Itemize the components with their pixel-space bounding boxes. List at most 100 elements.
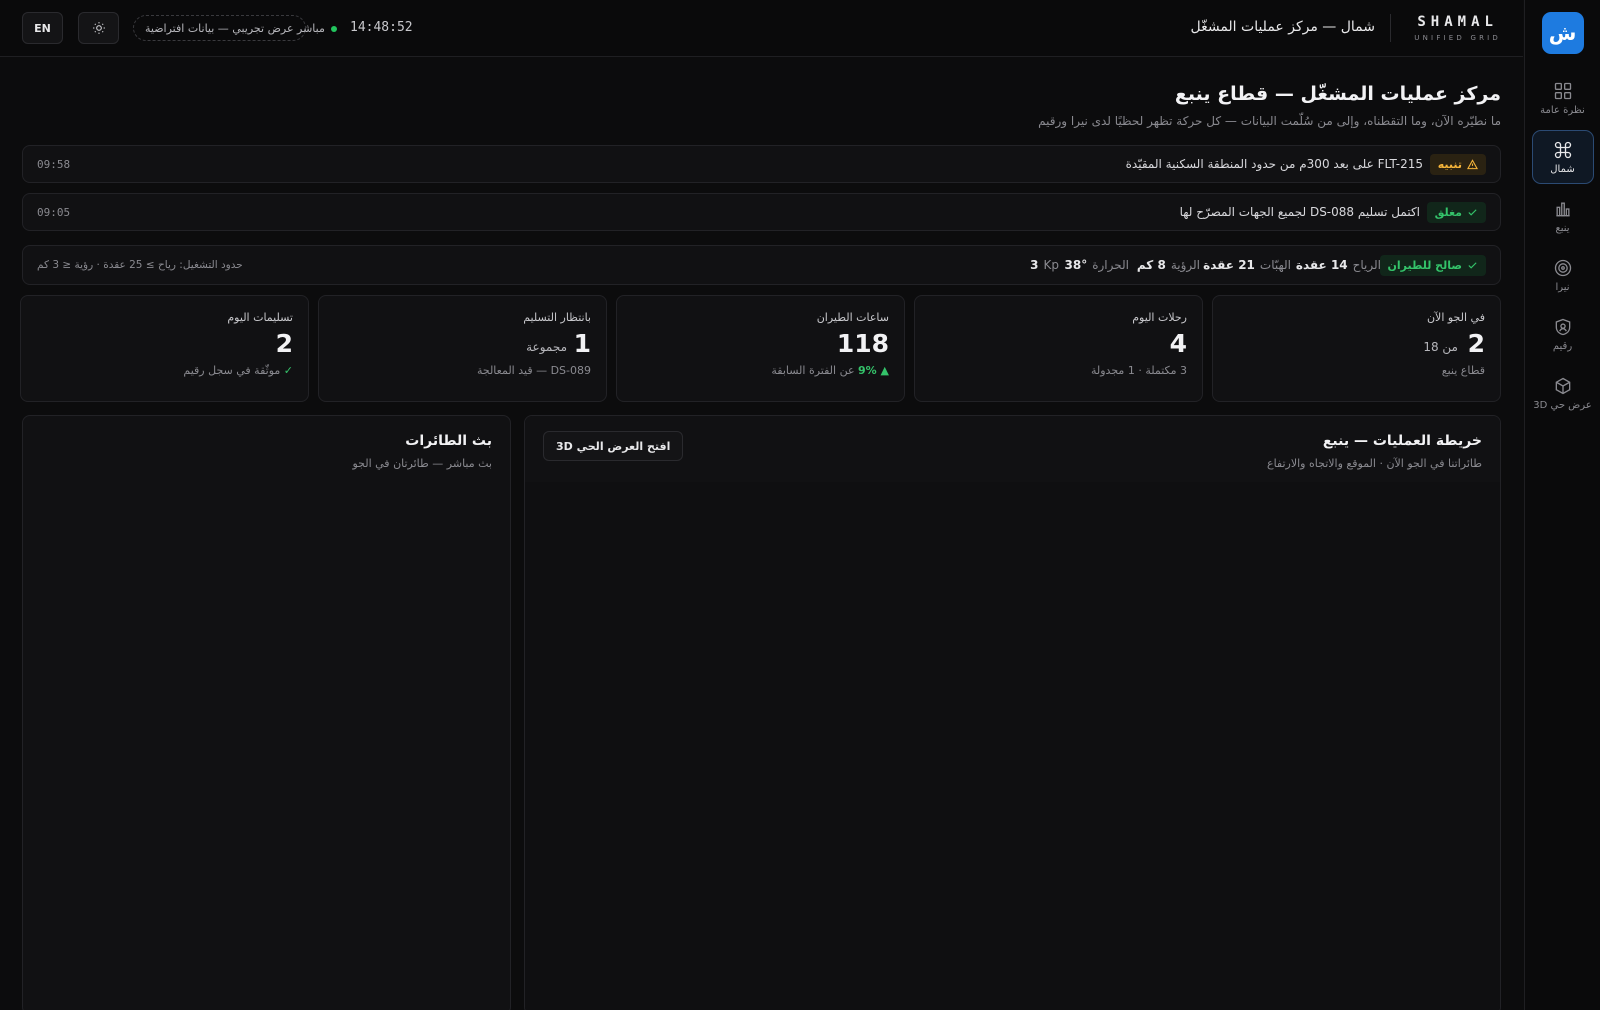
weather-wind: الرياح 14 عقدة: [1296, 258, 1381, 272]
gusts-label: الهبّات: [1259, 258, 1291, 272]
brand: SHAMAL UNIFIED GRID: [1414, 14, 1501, 42]
sidebar-item-yanbu[interactable]: ينبع: [1532, 189, 1594, 243]
check-icon: ✓: [283, 364, 293, 377]
map-header: خريطة العمليات — ينبع طائراتنا في الجو ا…: [525, 416, 1500, 482]
sidebar-item-overview[interactable]: نظرة عامة: [1532, 71, 1594, 125]
alert-row[interactable]: مغلق اكتمل تسليم DS-088 لجميع الجهات الم…: [22, 193, 1501, 231]
weather-bar: صالح للطيران الرياح 14 عقدة الهبّات 21 عقد…: [22, 245, 1501, 285]
sidebar-item-nira[interactable]: نيرا: [1532, 248, 1594, 302]
brand-subtitle: UNIFIED GRID: [1414, 34, 1501, 42]
check-icon: [1468, 209, 1477, 216]
check-icon: [1468, 262, 1477, 269]
sidebar-item-label: رقيم: [1552, 340, 1573, 352]
app-logo[interactable]: ش: [1541, 12, 1584, 54]
stat-card-flights-today: رحلات اليوم 4 3 مكتملة · 1 مجدولة: [914, 295, 1203, 402]
stat-value: 1: [573, 329, 591, 358]
clock: 14:48:52: [350, 20, 413, 35]
weather-temperature: الحرارة 38°: [1065, 258, 1129, 272]
stat-value: 2: [275, 329, 293, 358]
sidebar: ش نظرة عامة شمال ينبع نيرا رقيم عرض حي 3…: [1524, 0, 1600, 1010]
live-indicator: مباشر: [297, 22, 337, 35]
sidebar-item-label: عرض حي 3D: [1533, 399, 1592, 411]
sidebar-item-raqim[interactable]: رقيم: [1532, 307, 1594, 361]
target-icon: [1554, 259, 1571, 276]
stat-label: تسليمات اليوم: [227, 311, 293, 324]
open-live-3d-button[interactable]: افتح العرض الحي 3D: [543, 431, 684, 461]
flight-status-badge: صالح للطيران: [1379, 255, 1486, 276]
grid-icon: [1554, 82, 1571, 99]
logo-letter: ش: [1548, 21, 1577, 45]
stat-label: بانتظار التسليم: [523, 311, 591, 324]
verified-label: موثّقة في سجل رقيم: [183, 364, 281, 377]
trend-label: عن الفترة السابقة: [771, 364, 855, 377]
kp-value: 3: [1030, 258, 1039, 272]
stat-value: 118: [836, 329, 889, 358]
stat-card-airborne: في الجو الآن 2 من 18 قطاع ينبع: [1212, 295, 1501, 402]
kp-label: Kp: [1043, 258, 1060, 272]
map-title: خريطة العمليات — ينبع: [1322, 433, 1482, 449]
top-header: SHAMAL UNIFIED GRID شمال — مركز عمليات ا…: [0, 0, 1523, 57]
alert-message: FLT-215 على بعد 300م من حدود المنطقة الس…: [1125, 157, 1423, 171]
trend-up: ▲ 9%: [858, 364, 889, 377]
stat-value: 4: [1169, 329, 1187, 358]
feed-title: بث الطائرات: [405, 433, 492, 449]
sidebar-item-label: نظرة عامة: [1540, 104, 1585, 116]
badge-label: صالح للطيران: [1387, 259, 1462, 272]
stat-label: في الجو الآن: [1426, 311, 1485, 324]
brand-divider: [1390, 14, 1391, 42]
visibility-label: الرؤية: [1170, 258, 1200, 272]
status-badge: تنبيه: [1429, 154, 1486, 175]
stat-unit: مجموعة: [526, 340, 567, 354]
page-title: مركز عمليات المشغّل — قطاع ينبع: [1174, 83, 1501, 105]
stat-footnote: 3 مكتملة · 1 مجدولة: [1091, 364, 1187, 377]
stat-unit: من 18: [1423, 340, 1458, 354]
page-subtitle: ما نطيّره الآن، وما التقطناه، وإلى من سُ…: [1038, 114, 1501, 128]
sidebar-item-live-3d[interactable]: عرض حي 3D: [1532, 366, 1594, 420]
wind-label: الرياح: [1352, 258, 1381, 272]
alert-row[interactable]: تنبيه FLT-215 على بعد 300م من حدود المنط…: [22, 145, 1501, 183]
chart-bar-icon: [1555, 202, 1570, 216]
live-label: مباشر: [297, 22, 325, 35]
temperature-value: 38°: [1064, 258, 1088, 272]
stat-footnote: ▲ 9% عن الفترة السابقة: [771, 364, 889, 377]
stat-card-deliveries-today: تسليمات اليوم 2 ✓ موثّقة في سجل رقيم: [20, 295, 309, 402]
stat-label: ساعات الطيران: [816, 311, 889, 324]
warning-icon: [1467, 159, 1478, 170]
stat-card-pending-delivery: بانتظار التسليم 1 مجموعة DS-089 — قيد ال…: [318, 295, 607, 402]
weather-kp: Kp 3: [1030, 258, 1059, 272]
weather-gusts: الهبّات 21 عقدة: [1203, 258, 1291, 272]
sidebar-item-label: ينبع: [1555, 222, 1570, 234]
stat-value: 2: [1467, 329, 1485, 358]
stat-footnote: ✓ موثّقة في سجل رقيم: [183, 364, 293, 377]
stat-label: رحلات اليوم: [1132, 311, 1187, 324]
alert-time: 09:05: [37, 206, 71, 219]
stat-footnote: قطاع ينبع: [1441, 364, 1485, 377]
status-badge: مغلق: [1426, 202, 1486, 223]
aircraft-feed-card: بث الطائرات بث مباشر — طائرتان في الجو: [22, 415, 511, 1010]
sidebar-item-label: شمال: [1550, 163, 1575, 175]
language-toggle-button[interactable]: EN: [22, 12, 63, 44]
feed-subtitle: بث مباشر — طائرتان في الجو: [352, 457, 492, 470]
header-title: شمال — مركز عمليات المشغّل: [1190, 19, 1375, 35]
operations-map[interactable]: [525, 482, 1500, 1010]
brand-name: SHAMAL: [1417, 14, 1498, 30]
stats-row: في الجو الآن 2 من 18 قطاع ينبع رحلات الي…: [20, 295, 1501, 402]
operating-limits: حدود التشغيل: رياح ≥ 25 عقدة · رؤية ≤ 3 …: [37, 259, 243, 271]
badge-label: مغلق: [1434, 206, 1462, 219]
cube-icon: [1555, 377, 1570, 394]
demo-mode-badge: عرض تجريبي — بيانات افتراضية: [133, 15, 306, 41]
weather-visibility: الرؤية 8 كم: [1137, 258, 1200, 272]
sun-icon: [92, 22, 105, 34]
stat-card-flight-hours: ساعات الطيران 118 ▲ 9% عن الفترة السابقة: [616, 295, 905, 402]
alert-message: اكتمل تسليم DS-088 لجميع الجهات المصرّح …: [1179, 205, 1420, 219]
sidebar-item-label: نيرا: [1555, 281, 1570, 293]
theme-toggle-button[interactable]: [78, 12, 119, 44]
temperature-label: الحرارة: [1092, 258, 1129, 272]
wind-value: 14 عقدة: [1295, 258, 1348, 272]
operations-map-card: خريطة العمليات — ينبع طائراتنا في الجو ا…: [524, 415, 1501, 1010]
command-icon: [1554, 141, 1571, 158]
sidebar-item-shamal[interactable]: شمال: [1531, 130, 1594, 184]
shield-icon: [1555, 318, 1570, 335]
map-subtitle: طائراتنا في الجو الآن · الموقع والاتجاه …: [1267, 457, 1482, 470]
alert-time: 09:58: [37, 158, 71, 171]
